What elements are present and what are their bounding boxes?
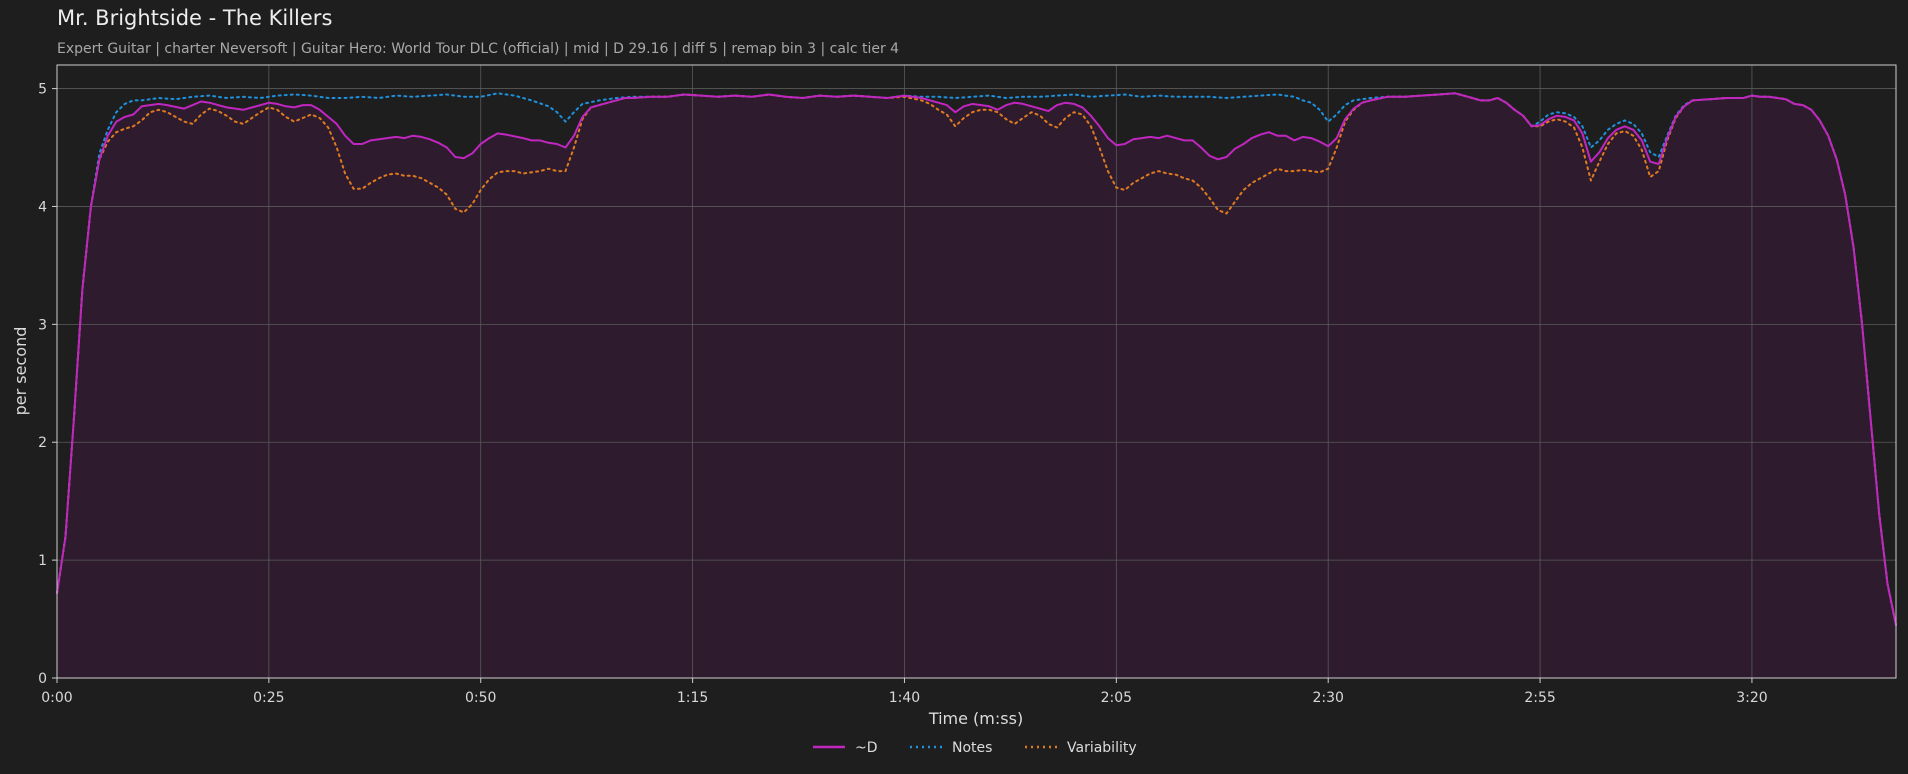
x-tick-label-2: 0:50: [465, 690, 496, 706]
y-tick-label-3: 3: [38, 317, 47, 333]
x-tick-label-8: 3:20: [1736, 690, 1767, 706]
y-tick-label-1: 1: [38, 553, 47, 569]
y-axis-label: per second: [11, 327, 30, 416]
x-tick-label-1: 0:25: [253, 690, 284, 706]
x-tick-label-3: 1:15: [677, 690, 708, 706]
x-tick-label-5: 2:05: [1101, 690, 1132, 706]
x-tick-label-6: 2:30: [1312, 690, 1343, 706]
legend: ~D Notes Variability: [813, 740, 1137, 756]
x-tick-label-7: 2:55: [1524, 690, 1555, 706]
y-tick-label-2: 2: [38, 435, 47, 451]
y-tick-label-0: 0: [38, 671, 47, 687]
x-axis: 0:00 0:25 0:50 1:15 1:40 2:05 2:30 2:55 3:20: [41, 678, 1768, 706]
legend-label-0: ~D: [855, 740, 878, 756]
legend-label-1: Notes: [952, 740, 992, 756]
legend-label-2: Variability: [1067, 740, 1137, 756]
x-tick-label-0: 0:00: [41, 690, 72, 706]
x-tick-label-4: 1:40: [889, 690, 920, 706]
line-chart: 0:00 0:25 0:50 1:15 1:40 2:05 2:30 2:55 3:20 0 1 2…: [11, 64, 1897, 756]
x-axis-label: Time (m:ss): [928, 709, 1023, 728]
y-axis: 0 1 2 3 4 5: [38, 82, 57, 687]
y-tick-label-4: 4: [38, 199, 47, 215]
area-fill: [57, 93, 1896, 679]
y-tick-label-5: 5: [38, 82, 47, 98]
